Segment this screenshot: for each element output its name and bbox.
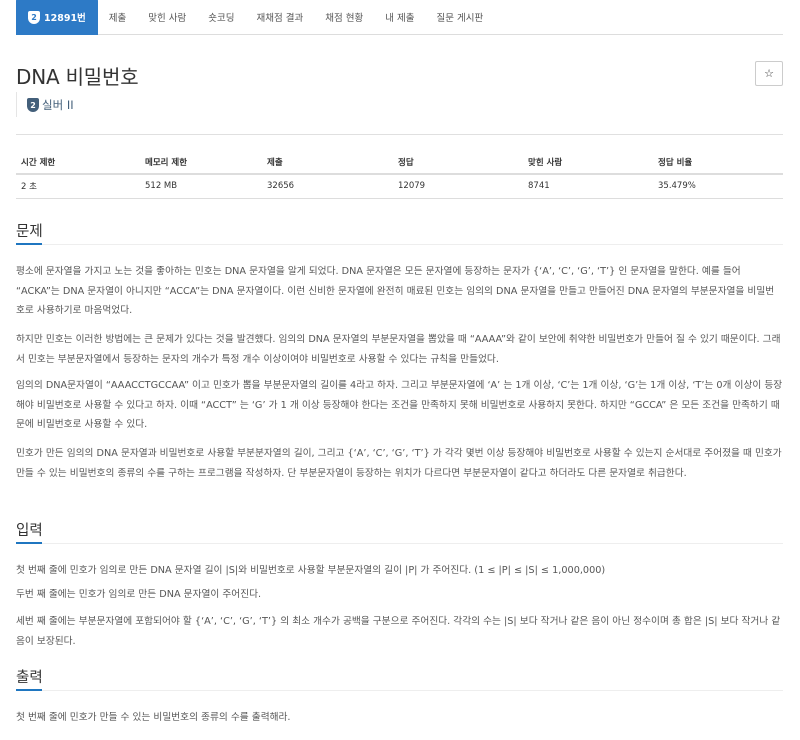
input-paragraph: 세번 째 줄에는 부분문자열에 포함되어야 할 {‘A’, ‘C’, ‘G’, …: [16, 616, 781, 647]
memory-limit-value: 512 MB: [140, 174, 262, 199]
title-separator: [16, 134, 783, 135]
input-section-heading: 입력: [16, 523, 43, 539]
problem-paragraph: 민호가 만든 임의의 DNA 문자열과 비밀번호로 사용할 부분분자열의 길이,…: [16, 448, 782, 479]
tab-submit[interactable]: 제출: [98, 0, 137, 34]
problem-paragraph: 평소에 문자열을 가지고 노는 것을 좋아하는 민호는 DNA 문자열을 알게 …: [16, 266, 775, 316]
tab-my-submissions[interactable]: 내 제출: [374, 0, 425, 34]
accepted-value: 12079: [393, 174, 523, 199]
tier-divider: [16, 92, 17, 117]
input-section-rule: [16, 543, 783, 544]
column-header-time-limit: 시간 제한: [16, 151, 140, 175]
column-header-accept-ratio: 정답 비율: [653, 151, 783, 175]
column-header-memory-limit: 메모리 제한: [140, 151, 262, 175]
tab-problem[interactable]: 2 12891번: [16, 0, 98, 35]
problem-section-rule: [16, 244, 783, 245]
solved-users-value: 8741: [523, 174, 653, 199]
problem-paragraph: 임의의 DNA문자열이 “AAACCTGCCAA” 이고 민호가 뽑을 부분문자…: [16, 380, 783, 430]
tab-problem-label: 12891번: [44, 13, 86, 24]
tab-judge-status[interactable]: 채점 현황: [314, 0, 374, 34]
output-paragraph: 첫 번째 줄에 민호가 만들 수 있는 비밀번호의 종류의 수를 출력해라.: [16, 712, 291, 723]
problem-paragraph: 하지만 민호는 이러한 방법에는 큰 문제가 있다는 것을 발견했다. 임의의 …: [16, 334, 781, 365]
problem-section-heading: 문제: [16, 224, 43, 240]
table-header-row: 시간 제한 메모리 제한 제출 정답 맞힌 사람 정답 비율: [16, 151, 783, 175]
problem-info-table: 시간 제한 메모리 제한 제출 정답 맞힌 사람 정답 비율 2 초 512 M…: [16, 151, 783, 199]
tier-badge-icon: 2: [27, 98, 39, 112]
problem-tabs: 2 12891번 제출 맞힌 사람 숏코딩 재채점 결과 채점 현황 내 제출 …: [16, 0, 783, 35]
table-row: 2 초 512 MB 32656 12079 8741 35.479%: [16, 174, 783, 199]
tab-short-coding[interactable]: 숏코딩: [197, 0, 245, 34]
star-icon: ☆: [764, 68, 774, 80]
input-section-accent: [16, 542, 42, 544]
favorite-star-button[interactable]: ☆: [755, 61, 783, 86]
tab-rejudge-results[interactable]: 재채점 결과: [246, 0, 315, 34]
column-header-submissions: 제출: [262, 151, 393, 175]
problem-section-accent: [16, 243, 42, 245]
tier-label: 실버 II: [42, 98, 74, 112]
submissions-value: 32656: [262, 174, 393, 199]
tier-badge-icon: 2: [28, 10, 40, 24]
input-paragraph: 두번 째 줄에는 민호가 임의로 만든 DNA 문자열이 주어진다.: [16, 589, 262, 600]
output-section-rule: [16, 690, 783, 691]
input-paragraph: 첫 번째 줄에 민호가 임의로 만든 DNA 문자열 길이 |S|와 비밀번호로…: [16, 565, 606, 576]
column-header-solved-users: 맞힌 사람: [523, 151, 653, 175]
tab-solved-users[interactable]: 맞힌 사람: [137, 0, 197, 34]
accept-ratio-value: 35.479%: [653, 174, 783, 199]
page-title: DNA 비밀번호: [16, 65, 139, 89]
output-section-heading: 출력: [16, 670, 43, 686]
output-section-accent: [16, 689, 42, 691]
time-limit-value: 2 초: [16, 174, 140, 199]
column-header-accepted: 정답: [393, 151, 523, 175]
problem-tier[interactable]: 2 실버 II: [27, 97, 74, 113]
tab-question-board[interactable]: 질문 게시판: [425, 0, 494, 34]
